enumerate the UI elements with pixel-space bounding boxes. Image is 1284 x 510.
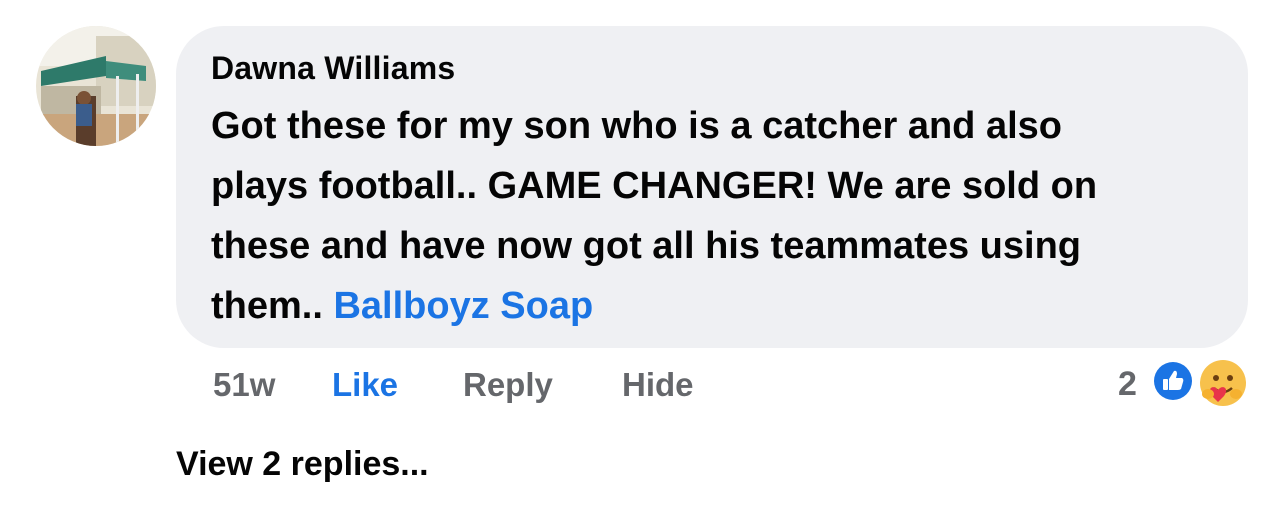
care-reaction-icon: [1198, 358, 1248, 408]
like-button[interactable]: Like: [332, 366, 398, 404]
hide-button[interactable]: Hide: [622, 366, 694, 404]
avatar[interactable]: [36, 26, 156, 146]
reply-button[interactable]: Reply: [463, 366, 553, 404]
avatar-photo: [36, 26, 156, 146]
tagged-page-link[interactable]: Ballboyz Soap: [333, 285, 593, 327]
like-reaction-icon: [1150, 358, 1196, 404]
comment-timestamp[interactable]: 51w: [213, 366, 275, 404]
comment-text: Got these for my son who is a catcher an…: [211, 96, 1221, 336]
reaction-count: 2: [1118, 365, 1137, 403]
comment-author[interactable]: Dawna Williams: [211, 50, 455, 87]
view-replies-link[interactable]: View 2 replies...: [176, 445, 429, 484]
